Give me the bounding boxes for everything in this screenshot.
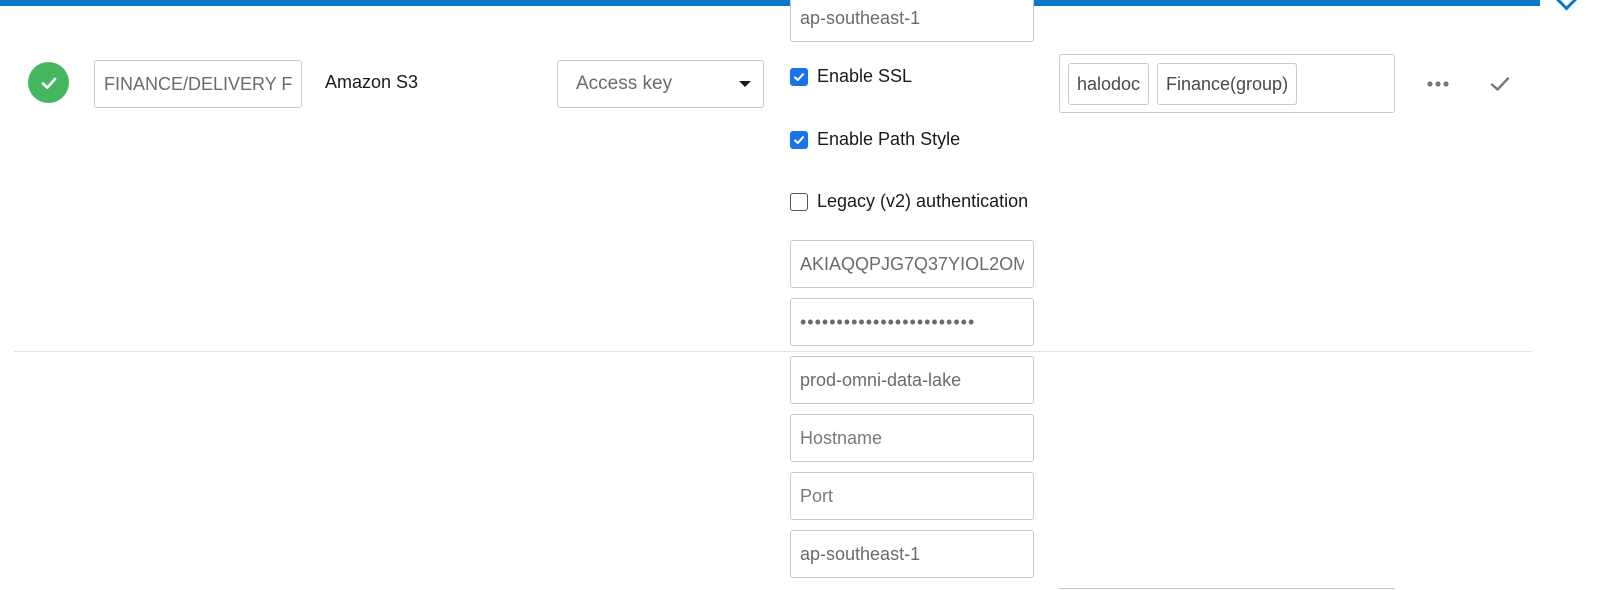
storage-config-page: Amazon S3 Access key Enable SSL Enable P… (0, 0, 1600, 590)
checkbox-check-icon (794, 72, 804, 81)
checkmark-icon (1490, 77, 1510, 91)
legacy-auth-label: Legacy (v2) authentication (817, 191, 1029, 211)
enable-path-style-label: Enable Path Style (817, 129, 961, 149)
enable-ssl-checkbox[interactable] (790, 67, 808, 86)
auth-method-select[interactable]: Access key (557, 60, 764, 108)
legacy-auth-checkbox[interactable] (790, 192, 808, 211)
checkbox-check-icon (794, 135, 804, 144)
access-tag[interactable]: halodoc (1068, 63, 1150, 105)
top-accent-bar (0, 0, 1540, 6)
check-glyph (41, 77, 56, 89)
bucket-input[interactable] (790, 356, 1034, 404)
enable-path-style-option[interactable]: Enable Path Style (790, 129, 960, 150)
enable-ssl-option[interactable]: Enable SSL (790, 66, 912, 87)
port-input[interactable] (790, 472, 1034, 520)
auth-method-selected-value: Access key (576, 73, 673, 94)
row-divider (14, 351, 1532, 352)
check-circle-icon (28, 62, 69, 103)
top-bar-notch (1554, 0, 1579, 11)
region-input[interactable] (790, 530, 1034, 578)
access-tag[interactable]: Finance(group) (1157, 63, 1298, 105)
ellipsis-icon (1427, 81, 1449, 87)
legacy-auth-option[interactable]: Legacy (v2) authentication (790, 191, 1028, 212)
caret-down-icon (739, 81, 751, 87)
enable-ssl-label: Enable SSL (817, 66, 913, 86)
hostname-input[interactable] (790, 414, 1034, 462)
more-options-button[interactable] (1422, 70, 1454, 98)
access-key-id-input[interactable] (790, 240, 1034, 288)
storage-name-input[interactable] (94, 60, 302, 108)
storage-type-label: Amazon S3 (325, 72, 419, 92)
region-input-top[interactable] (790, 0, 1034, 42)
confirm-button[interactable] (1486, 70, 1514, 98)
secret-key-input[interactable] (790, 298, 1034, 346)
access-tags-field[interactable]: halodoc Finance(group) (1059, 54, 1395, 113)
enable-path-style-checkbox[interactable] (790, 130, 808, 149)
